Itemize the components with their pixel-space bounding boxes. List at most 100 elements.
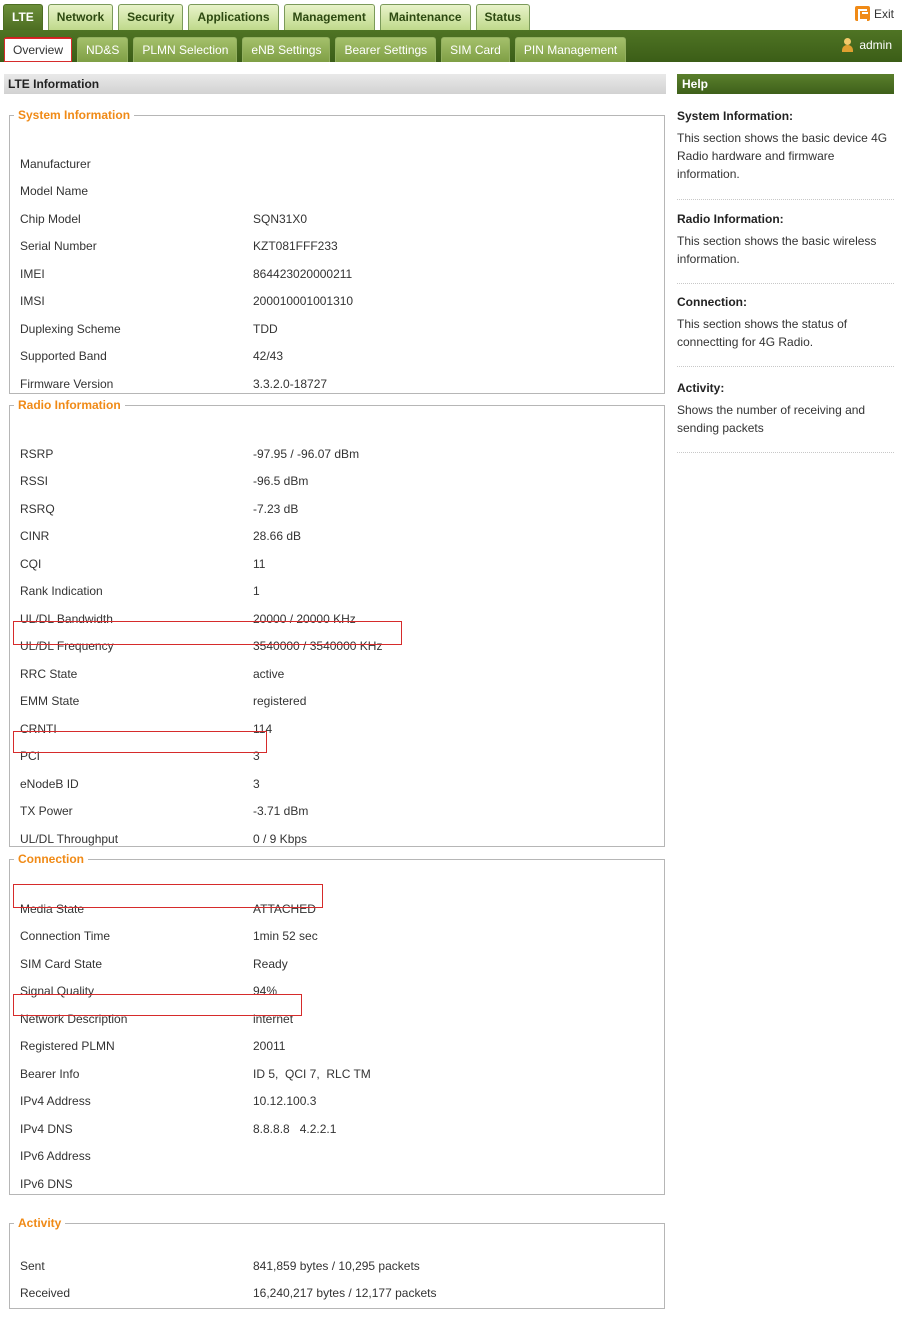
page-title: LTE Information [4,74,666,94]
row-label: RRC State [20,667,78,681]
info-row: Connection Time 1min 52 sec [10,926,650,946]
section-title: System Information [18,108,131,122]
exit-icon [854,6,870,21]
section-title: Radio Information [18,398,121,412]
tab-maintenance[interactable]: Maintenance [379,4,471,30]
exit-label: Exit [873,6,894,21]
row-label: IPv4 DNS [20,1122,73,1136]
row-value: 8.8.8.8 4.2.2.1 [253,1122,337,1136]
row-value: 10.12.100.3 [253,1094,317,1108]
row-value: SQN31X0 [253,212,308,226]
help-item-desc: This section shows the basic device 4G R… [677,131,888,181]
info-row: Firmware Version 3.3.2.0-18727 [10,374,650,394]
subtab-enb-settings[interactable]: eNB Settings [242,37,331,62]
row-label: IPv4 Address [20,1094,91,1108]
tab-management[interactable]: Management [283,4,375,30]
info-row: Chip Model SQN31X0 [10,209,650,229]
row-label: RSRQ [20,502,55,516]
row-label: CQI [20,557,42,571]
row-value: 16,240,217 bytes / 12,177 packets [253,1286,437,1300]
info-row: Rank Indication 1 [10,581,650,601]
row-label: UL/DL Throughput [20,832,119,846]
sub-nav-bar: Overview ND&S PLMN Selection eNB Setting… [0,30,902,62]
user-icon [842,38,854,52]
row-label: Bearer Info [20,1067,80,1081]
row-value: active [253,667,285,681]
activity-section: Activity Sent 841,859 bytes / 10,295 pack… [9,1216,665,1309]
section-title: Connection [18,852,84,866]
help-item-title: System Information: [677,109,794,123]
row-label: SIM Card State [20,957,103,971]
subtab-pin-management[interactable]: PIN Management [514,37,627,62]
row-value: 11 [253,557,266,571]
row-value: -7.23 dB [253,502,299,516]
row-value: 1min 52 sec [253,929,318,943]
row-value: 3.3.2.0-18727 [253,377,328,391]
info-row: SIM Card State Ready [10,954,650,974]
info-row: IPv6 DNS [10,1174,650,1194]
tab-security[interactable]: Security [118,4,184,30]
row-value: 42/43 [253,349,284,363]
row-label: eNodeB ID [20,777,79,791]
row-label: Supported Band [20,349,107,363]
row-value: 200010001001310 [253,294,354,308]
subtab-sim-card[interactable]: SIM Card [441,37,510,62]
info-row: RSRP -97.95 / -96.07 dBm [10,444,650,464]
row-label: TX Power [20,804,73,818]
info-row: IMEI 864423020000211 [10,264,650,284]
info-row: eNodeB ID 3 [10,774,650,794]
info-row: Serial Number KZT081FFF233 [10,236,650,256]
info-row: RRC State active [10,664,650,684]
help-item: System Information: This section shows t… [677,109,894,200]
row-value: 3 [253,777,260,791]
help-item: Radio Information: This section shows th… [677,212,894,284]
row-label: Serial Number [20,239,97,253]
info-row: IPv6 Address [10,1146,650,1166]
info-row: Sent 841,859 bytes / 10,295 packets [10,1256,650,1276]
row-value: -3.71 dBm [253,804,309,818]
system-information-section: System Information Manufacturer Model Na… [9,108,665,394]
info-row: UL/DL Throughput 0 / 9 Kbps [10,829,650,849]
help-item: Activity: Shows the number of receiving … [677,381,894,453]
highlight-box [4,38,72,62]
row-value: ID 5, QCI 7, RLC TM [253,1067,371,1081]
info-row: CINR 28.66 dB [10,526,650,546]
info-row: IPv4 DNS 8.8.8.8 4.2.2.1 [10,1119,650,1139]
row-value: 1 [253,584,260,598]
row-value: -97.95 / -96.07 dBm [253,447,360,461]
row-label: IPv6 DNS [20,1177,73,1191]
row-value: 841,859 bytes / 10,295 packets [253,1259,420,1273]
tab-status[interactable]: Status [475,4,531,30]
help-item-title: Activity: [677,381,725,395]
info-row: CQI 11 [10,554,650,574]
info-row: Supported Band 42/43 [10,346,650,366]
highlight-box [13,731,267,753]
top-tabs: LTE Network Security Applications Manage… [3,4,535,30]
row-label: RSRP [20,447,54,461]
info-row: EMM State registered [10,691,650,711]
row-label: Connection Time [20,929,111,943]
subtab-bearer-settings[interactable]: Bearer Settings [335,37,437,62]
subtab-nds[interactable]: ND&S [77,37,129,62]
row-label: Firmware Version [20,377,114,391]
row-label: Rank Indication [20,584,103,598]
info-row: IMSI 200010001001310 [10,291,650,311]
exit-button[interactable]: Exit [854,6,894,21]
user-indicator: admin [842,38,892,52]
tab-applications[interactable]: Applications [188,4,279,30]
top-nav-bar: LTE Network Security Applications Manage… [0,0,902,30]
row-value: -96.5 dBm [253,474,309,488]
row-value: 20011 [253,1039,286,1053]
section-title: Activity [18,1216,62,1230]
row-label: IMEI [20,267,45,281]
row-label: Sent [20,1259,45,1273]
row-label: Model Name [20,184,89,198]
tab-network[interactable]: Network [47,4,114,30]
tab-lte[interactable]: LTE [3,4,43,30]
info-row: RSRQ -7.23 dB [10,499,650,519]
subtab-plmn-selection[interactable]: PLMN Selection [133,37,238,62]
row-label: Chip Model [20,212,81,226]
info-row: IPv4 Address 10.12.100.3 [10,1091,650,1111]
highlight-box [13,884,323,908]
row-label: Duplexing Scheme [20,322,121,336]
